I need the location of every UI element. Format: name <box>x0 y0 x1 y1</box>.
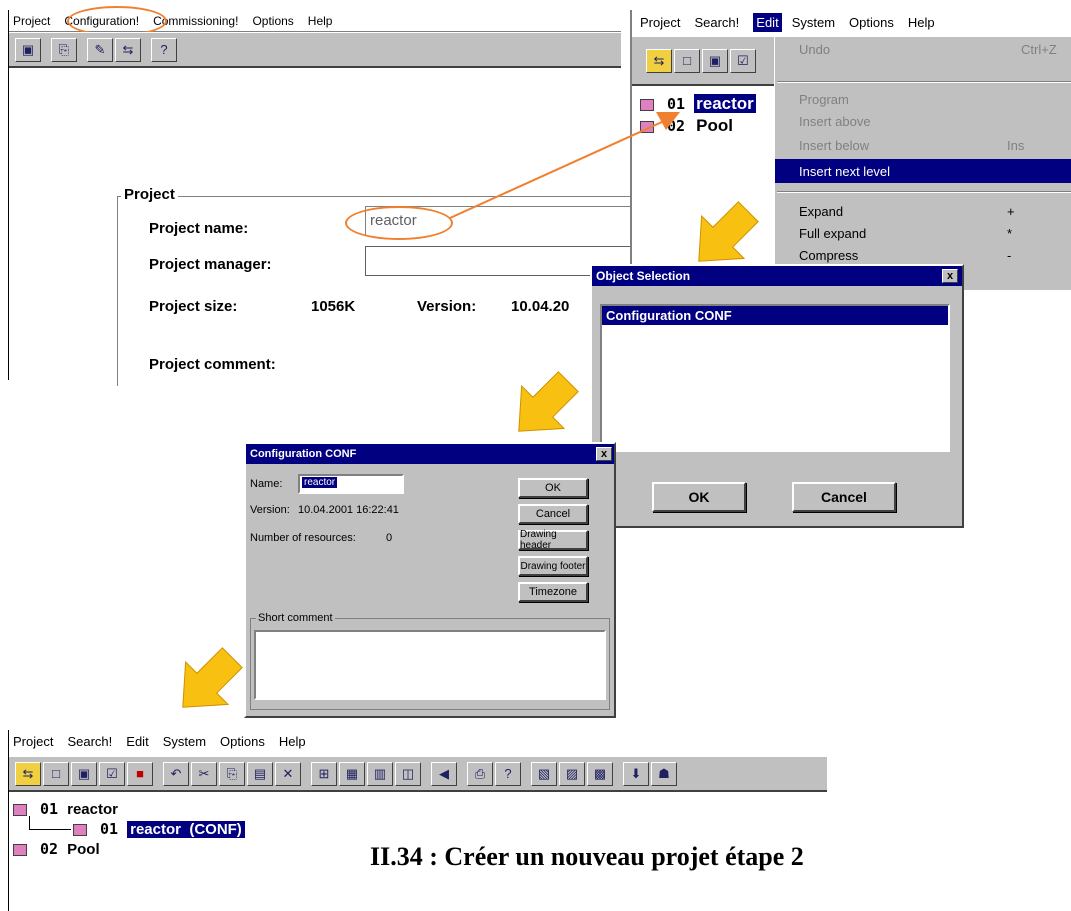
orange-arrow <box>449 112 680 219</box>
yellow-arrow-2 <box>518 371 579 432</box>
annotation-overlay <box>182 112 759 708</box>
yellow-arrow-1 <box>698 201 759 262</box>
yellow-arrow-3 <box>182 647 243 708</box>
